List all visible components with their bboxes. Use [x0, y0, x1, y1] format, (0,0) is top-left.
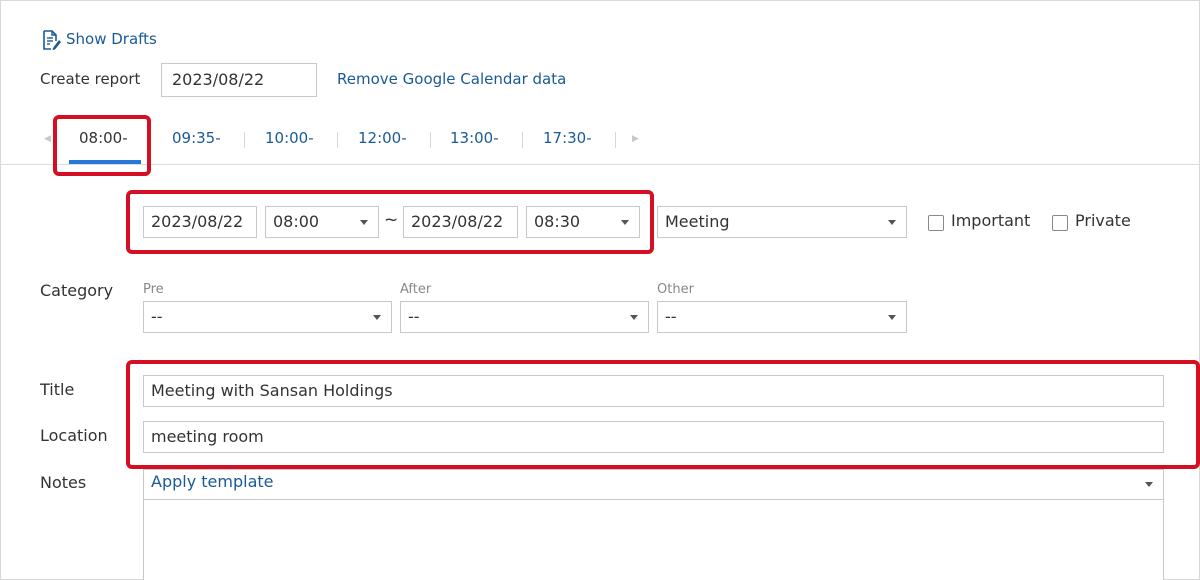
category-other-label: Other	[657, 282, 694, 297]
tab-1000[interactable]: 10:00-	[265, 129, 314, 147]
create-report-label: Create report	[40, 70, 141, 88]
tab-next-arrow-icon[interactable]: ▶	[632, 134, 639, 144]
important-label: Important	[951, 211, 1031, 230]
important-checkbox[interactable]	[928, 215, 944, 231]
dropdown-caret-icon	[888, 315, 896, 320]
category-label: Category	[40, 281, 114, 300]
activity-type-select[interactable]: Meeting	[657, 206, 907, 238]
apply-template-label: Apply template	[151, 472, 274, 491]
report-date-input[interactable]: 2023/08/22	[161, 63, 317, 97]
dropdown-caret-icon	[1145, 482, 1153, 487]
category-other-select[interactable]: --	[657, 301, 907, 333]
tab-divider	[244, 132, 245, 148]
document-edit-icon[interactable]	[41, 30, 61, 50]
tab-prev-arrow-icon[interactable]: ◀	[44, 134, 51, 144]
tab-1200[interactable]: 12:00-	[358, 129, 407, 147]
remove-google-calendar-link[interactable]: Remove Google Calendar data	[337, 70, 566, 88]
tab-1300[interactable]: 13:00-	[450, 129, 499, 147]
dropdown-caret-icon	[888, 220, 896, 225]
tab-0935[interactable]: 09:35-	[172, 129, 221, 147]
dropdown-caret-icon	[630, 315, 638, 320]
private-label: Private	[1075, 211, 1131, 230]
notes-label: Notes	[40, 473, 87, 492]
activity-type-value: Meeting	[665, 212, 730, 231]
notes-textarea[interactable]	[143, 499, 1164, 580]
show-drafts-link[interactable]: Show Drafts	[66, 30, 157, 48]
location-label: Location	[40, 426, 108, 445]
tab-divider	[522, 132, 523, 148]
highlight-active-tab	[53, 115, 151, 176]
tab-divider	[615, 132, 616, 148]
category-pre-value: --	[151, 307, 163, 326]
category-pre-select[interactable]: --	[143, 301, 392, 333]
category-after-value: --	[408, 307, 420, 326]
category-other-value: --	[665, 307, 677, 326]
tab-divider	[337, 132, 338, 148]
private-checkbox[interactable]	[1052, 215, 1068, 231]
title-label: Title	[40, 380, 75, 399]
tabs-divider	[0, 164, 1200, 165]
dropdown-caret-icon	[373, 315, 381, 320]
apply-template-select[interactable]: Apply template	[143, 469, 1164, 500]
category-after-select[interactable]: --	[400, 301, 649, 333]
category-pre-label: Pre	[143, 282, 164, 297]
category-after-label: After	[400, 282, 432, 297]
highlight-datetime-range	[126, 190, 654, 254]
highlight-title-location	[126, 360, 1200, 469]
tab-1730[interactable]: 17:30-	[543, 129, 592, 147]
tab-divider	[430, 132, 431, 148]
